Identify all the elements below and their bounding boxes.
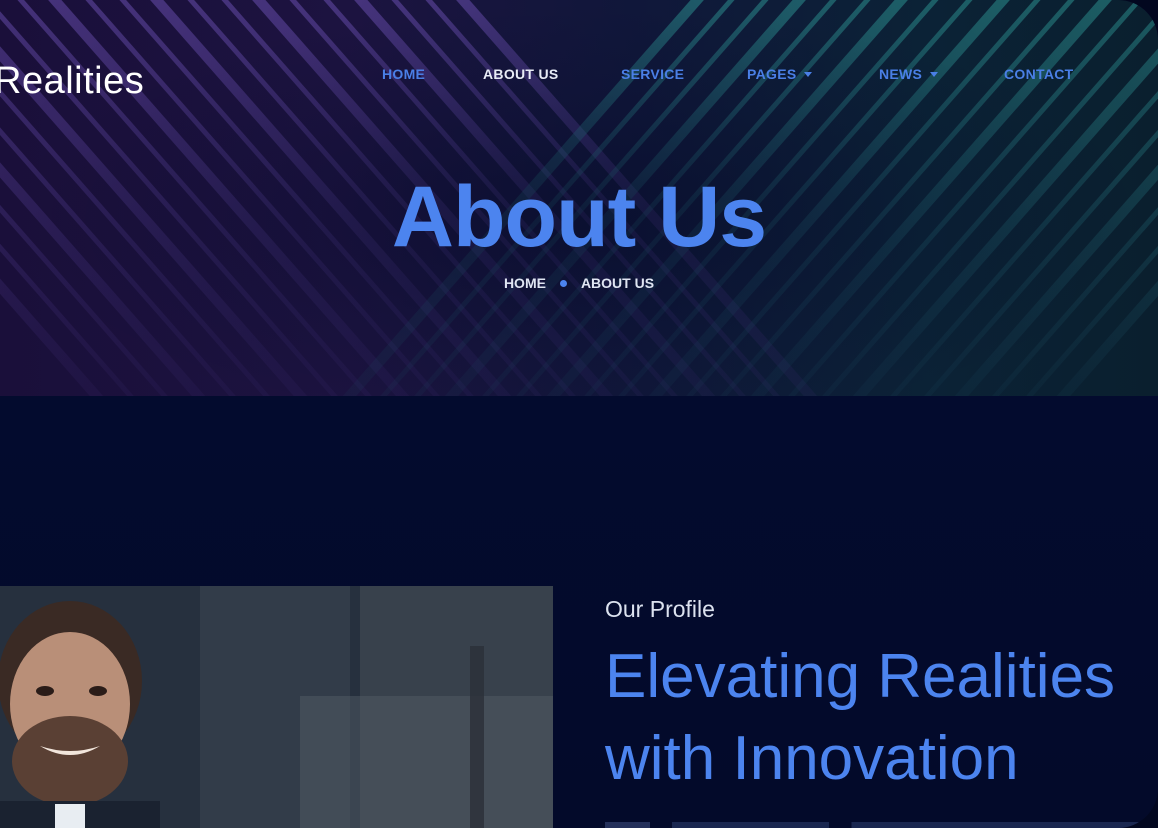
hero-banner: Realities HOME ABOUT US SERVICE PAGES NE… xyxy=(0,0,1158,396)
nav-item-label: SERVICE xyxy=(621,66,685,82)
page-title: About Us xyxy=(391,169,767,265)
main-nav: HOME ABOUT US SERVICE PAGES NEWS CONTACT xyxy=(0,66,1158,86)
nav-item-news[interactable]: NEWS xyxy=(879,66,939,82)
profile-photo xyxy=(0,586,553,828)
nav-item-contact[interactable]: CONTACT xyxy=(1004,66,1074,82)
nav-item-home[interactable]: HOME xyxy=(382,66,425,82)
chevron-down-icon xyxy=(930,71,939,77)
breadcrumb-home[interactable]: HOME xyxy=(504,275,546,291)
headline-line-1: Elevating Realities xyxy=(605,642,1116,711)
breadcrumb-separator-dot xyxy=(559,279,567,287)
breadcrumb: HOME ABOUT US xyxy=(0,275,1158,291)
nav-item-label: CONTACT xyxy=(1004,66,1074,82)
nav-item-about-us[interactable]: ABOUT US xyxy=(483,66,559,82)
nav-item-label: PAGES xyxy=(747,66,797,82)
section-eyebrow: Our Profile xyxy=(605,596,715,622)
breadcrumb-current: ABOUT US xyxy=(580,275,655,291)
nav-item-label: NEWS xyxy=(879,66,923,82)
nav-item-service[interactable]: SERVICE xyxy=(621,66,684,82)
body-text-preview xyxy=(605,822,1158,828)
nav-item-label: ABOUT US xyxy=(483,66,559,82)
chevron-down-icon xyxy=(804,71,813,77)
headline-line-2: with Innovation xyxy=(605,724,1019,793)
nav-item-label: HOME xyxy=(382,66,426,82)
page-frame: Realities HOME ABOUT US SERVICE PAGES NE… xyxy=(0,0,1158,828)
profile-photo-illustration xyxy=(0,586,553,828)
section-headline: Elevating Realities with Innovation xyxy=(605,636,1115,800)
nav-item-pages[interactable]: PAGES xyxy=(747,66,813,82)
